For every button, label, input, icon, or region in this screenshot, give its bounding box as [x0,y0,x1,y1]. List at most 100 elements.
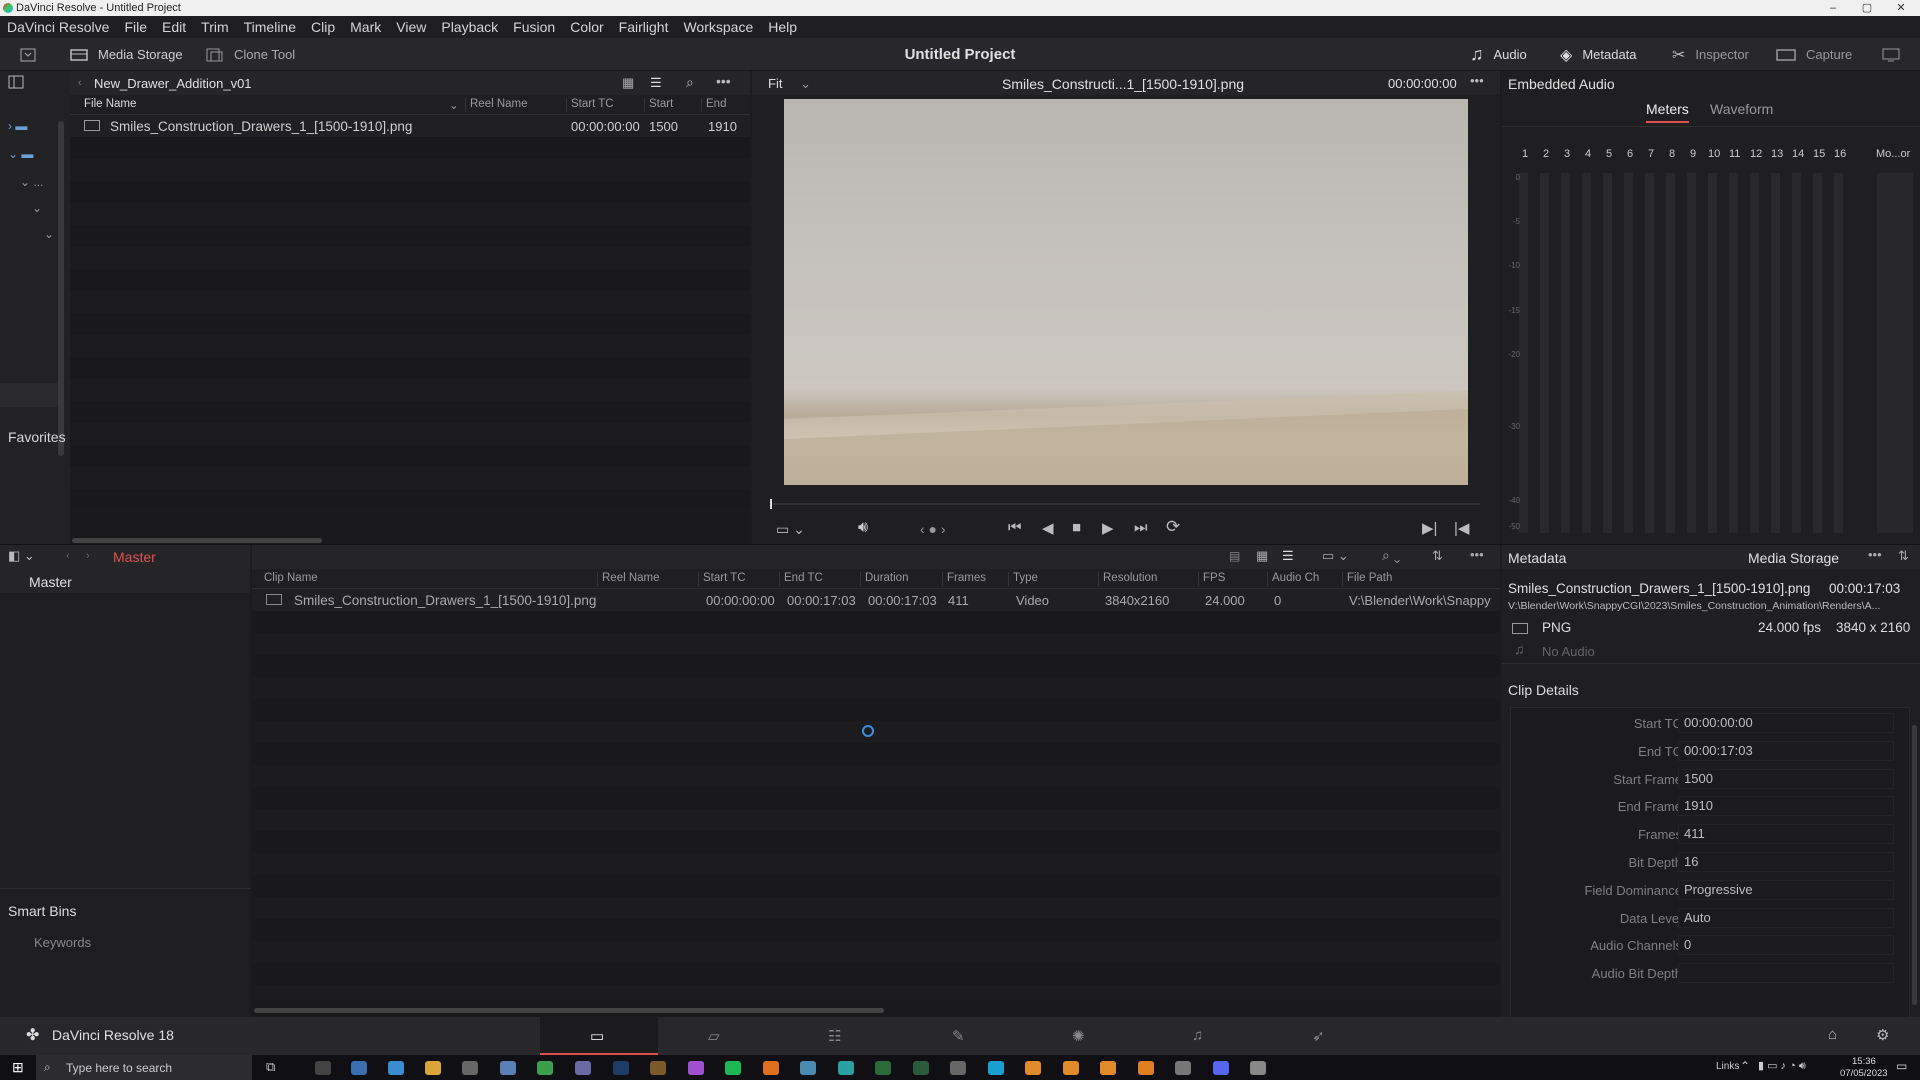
playhead[interactable] [770,499,772,509]
menu-clip[interactable]: Clip [311,19,335,35]
clip-detail-value[interactable]: 1500 [1678,768,1894,789]
loop-button[interactable]: ⟳ [1166,517,1180,537]
metadata-view-icon[interactable]: ▤ [1229,549,1240,563]
search-icon[interactable]: ⌕ ⌄ [1382,547,1400,564]
taskbar-app-store-icon[interactable] [351,1061,367,1075]
viewer-layout-dropdown[interactable]: ▭ ⌄ [776,521,805,538]
grid-view-icon[interactable]: ▦ [1256,548,1268,564]
menu-trim[interactable]: Trim [201,19,228,35]
tray-icons[interactable]: ▮ ▭ ♪ ◔ 🔊︎ [1758,1059,1806,1073]
grid-view-icon[interactable]: ▦ [622,75,634,91]
table-row[interactable]: Smiles_Construction_Drawers_1_[1500-1910… [70,115,750,137]
taskbar-app-resolve-icon[interactable] [575,1061,591,1075]
mark-out-button[interactable]: |◀ [1454,519,1469,537]
tree-scrollbar[interactable] [58,121,64,456]
options-menu-icon[interactable]: ••• [716,73,731,89]
tab-waveform[interactable]: Waveform [1710,101,1773,117]
clip-detail-value[interactable]: Auto [1678,907,1894,928]
menu-mark[interactable]: Mark [350,19,381,35]
nav-back-icon[interactable]: ‹ [78,77,82,89]
taskbar-app-calc-icon[interactable] [500,1061,516,1075]
links-toolbar-label[interactable]: Links [1716,1061,1739,1072]
jog-control[interactable]: ‹ ● › [920,521,946,537]
page-color-icon[interactable]: ✺ [1072,1027,1085,1045]
tray-chevron-up-icon[interactable]: ⌃ [1740,1059,1750,1073]
notifications-icon[interactable]: ▭ [1896,1059,1907,1073]
taskbar-app-shield-icon[interactable] [1250,1061,1266,1075]
menu-color[interactable]: Color [570,19,603,35]
taskbar-app-notion-icon[interactable] [315,1061,331,1075]
taskbar-app-clock-icon[interactable] [462,1061,478,1075]
col-file-name[interactable]: File Name [80,98,136,112]
viewer-image[interactable] [784,99,1468,485]
page-edit-icon[interactable]: ☷ [828,1027,841,1045]
nav-back-icon[interactable]: ‹ [66,550,70,562]
taskbar-app-blender3-icon[interactable] [1100,1061,1116,1075]
zoom-fit-dropdown[interactable]: Fit ⌄ [768,76,811,92]
col-clip-name[interactable]: Clip Name [260,572,318,586]
play-button[interactable]: ▶ [1102,519,1114,537]
taskbar-app-photoshop-icon[interactable] [613,1061,629,1075]
taskbar-app-c-icon[interactable] [988,1061,1004,1075]
tree-subfolder-1[interactable]: ⌄ [32,201,42,215]
menu-playback[interactable]: Playback [441,19,498,35]
menu-fairlight[interactable]: Fairlight [619,19,669,35]
menu-view[interactable]: View [396,19,426,35]
maximize-button[interactable]: ▢ [1850,0,1884,16]
tree-drive-2[interactable]: ⌄ ▬ [8,147,33,161]
viewer-options-icon[interactable]: ••• [1470,73,1484,88]
scrollbar-thumb[interactable] [72,538,322,543]
col-file-path[interactable]: File Path [1342,572,1392,586]
col-frames[interactable]: Frames [942,572,986,586]
sort-icon[interactable]: ⇅ [1898,548,1909,564]
metadata-scrollbar[interactable] [1912,725,1917,1005]
taskbar-app-edge-icon[interactable] [388,1061,404,1075]
go-to-end-button[interactable]: ⏭ [1134,519,1148,536]
taskbar-app-discord-icon[interactable] [1213,1061,1229,1075]
capture-panel-button[interactable]: Capture [1776,38,1852,71]
scrollbar-thumb[interactable] [254,1008,884,1013]
taskbar-app-teal-icon[interactable] [838,1061,854,1075]
bin-master[interactable]: Master [0,569,250,593]
col-end-tc[interactable]: End TC [779,572,823,586]
horizontal-scrollbar[interactable] [252,1008,1500,1014]
panel-toggle-button[interactable] [20,38,40,71]
options-menu-icon[interactable]: ••• [1470,547,1484,562]
menu-fusion[interactable]: Fusion [513,19,555,35]
col-fps[interactable]: FPS [1198,572,1225,586]
page-media-button[interactable]: ▭ [540,1017,658,1055]
menu-davinci-resolve[interactable]: DaVinci Resolve [7,19,109,35]
taskbar-app-spotify-icon[interactable] [725,1061,741,1075]
clip-detail-value[interactable]: 16 [1678,852,1894,872]
fullscreen-button[interactable] [1882,38,1900,71]
list-view-icon[interactable]: ☰ [1282,548,1294,564]
tree-drive-1[interactable]: › ▬ [8,119,27,133]
home-icon[interactable]: ⌂ [1828,1026,1837,1043]
options-menu-icon[interactable]: ••• [1868,547,1882,562]
stop-button[interactable]: ■ [1072,519,1081,536]
bin-list-toggle-icon[interactable]: ◧ ⌄ [8,548,35,564]
clip-detail-value[interactable]: 0 [1678,935,1894,956]
menu-timeline[interactable]: Timeline [244,19,296,35]
taskbar-app-purple-icon[interactable] [688,1061,704,1075]
clip-detail-value[interactable]: 00:00:00:00 [1678,713,1894,733]
menu-edit[interactable]: Edit [162,19,186,35]
task-view-icon[interactable]: ⧉ [266,1059,275,1075]
table-row[interactable]: Smiles_Construction_Drawers_1_[1500-1910… [252,589,1500,611]
col-start-tc[interactable]: Start TC [698,572,746,586]
go-to-start-button[interactable]: ⏮ [1008,519,1022,536]
menu-file[interactable]: File [124,19,147,35]
col-resolution[interactable]: Resolution [1098,572,1157,586]
tree-subfolder-2[interactable]: ⌄ [44,227,54,241]
media-storage-button[interactable]: Media Storage [70,38,183,71]
col-audio-ch[interactable]: Audio Ch [1267,572,1319,586]
taskbar-app-chrome-icon[interactable] [537,1061,553,1075]
taskbar-app-painter-icon[interactable] [913,1061,929,1075]
taskbar-app-gear-icon[interactable] [950,1061,966,1075]
mark-in-button[interactable]: ▶| [1422,519,1437,537]
taskbar-search-box[interactable]: ⌕ Type here to search [36,1055,252,1080]
clip-detail-value[interactable]: Progressive [1678,879,1894,900]
close-button[interactable]: ✕ [1884,0,1918,16]
taskbar-app-blender2-icon[interactable] [1063,1061,1079,1075]
taskbar-app-blender-icon[interactable] [1025,1061,1041,1075]
